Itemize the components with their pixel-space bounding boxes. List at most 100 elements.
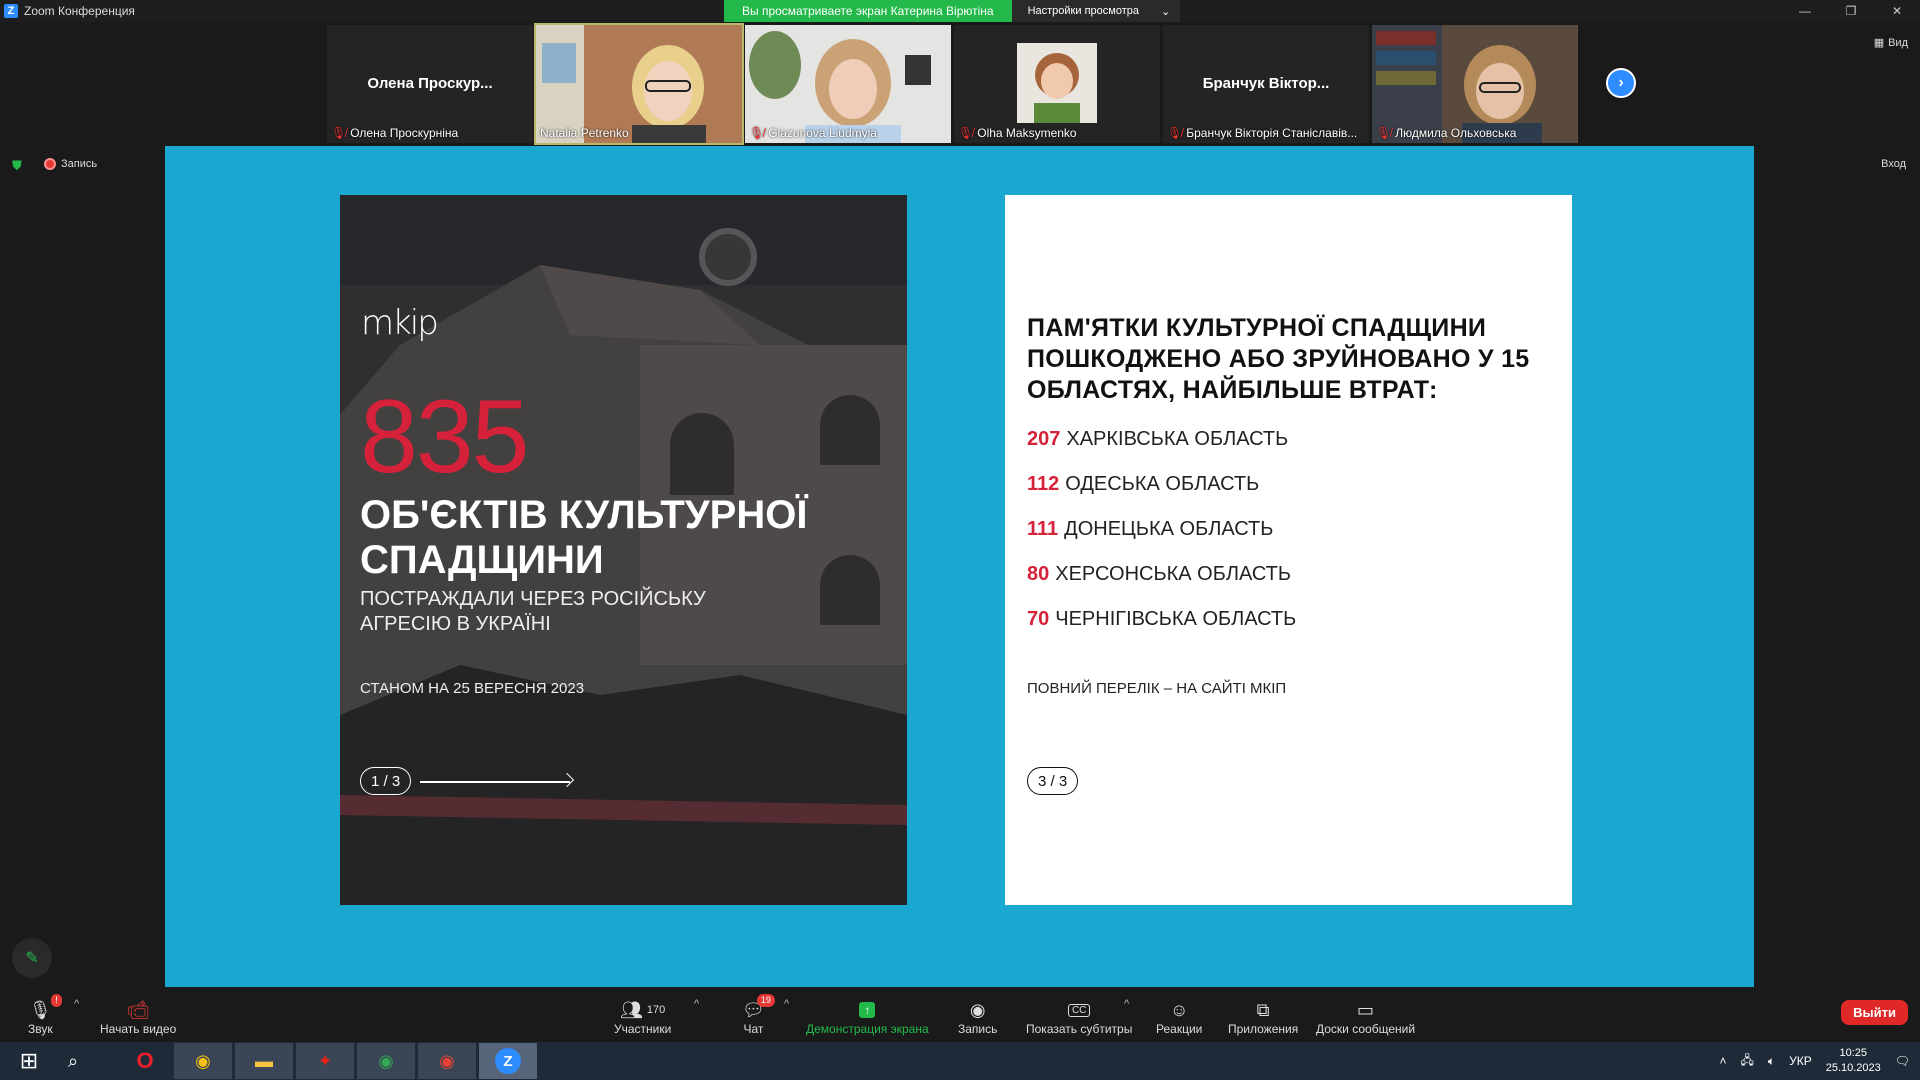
mic-muted-icon: 🎙︎̸ <box>331 126 347 140</box>
mic-muted-icon: 🎙︎̸ <box>958 126 974 140</box>
recording-indicator[interactable]: Запись <box>44 158 97 170</box>
clock[interactable]: 10:25 25.10.2023 <box>1826 1046 1881 1076</box>
closed-captions-icon: CC <box>1067 998 1091 1022</box>
network-icon[interactable]: 🖧︎ <box>1740 1051 1753 1072</box>
annotate-pencil-icon[interactable]: ✎ <box>12 938 52 978</box>
window-controls: — ❐ ✕ <box>1782 0 1920 22</box>
viewing-screen-label: Вы просматриваете экран Катерина Вірютін… <box>724 0 1012 22</box>
participant-name-large: Бранчук Віктор... <box>1202 75 1330 92</box>
poster-big-number: 835 <box>360 379 530 495</box>
encryption-shield-icon[interactable]: ⛊ <box>12 158 26 174</box>
mic-muted-icon: 🎙︎̸ <box>1376 126 1392 140</box>
start-video-button[interactable]: 📹︎ Начать видео <box>100 988 176 1042</box>
meeting-toolbar: 🎙︎! Звук ^ 📹︎ Начать видео 👥︎ 170 Участн… <box>0 988 1920 1042</box>
apps-icon: ⧉ <box>1256 999 1270 1020</box>
poster-date: СТАНОМ НА 25 ВЕРЕСНЯ 2023 <box>360 680 585 697</box>
gallery-next-button[interactable]: › <box>1606 68 1636 98</box>
captions-button[interactable]: CC Показать субтитры <box>1026 988 1132 1042</box>
record-button[interactable]: ◉ Запись <box>958 988 997 1042</box>
participants-label: Участники <box>614 1022 672 1036</box>
view-label: Вид <box>1888 36 1908 49</box>
restore-button[interactable]: ❐ <box>1828 0 1874 22</box>
search-icon[interactable]: ⌕ <box>58 1042 88 1080</box>
clock-time: 10:25 <box>1839 1047 1867 1059</box>
captions-label: Показать субтитры <box>1026 1022 1133 1036</box>
participant-gallery: Олена Проскур... 🎙︎̸ Олена Проскурніна Na… <box>327 23 1578 145</box>
list-item: 207 ХАРКІВСЬКА ОБЛАСТЬ <box>1027 428 1296 473</box>
stats-card: ПАМ'ЯТКИ КУЛЬТУРНОЇ СПАДЩИНИ ПОШКОДЖЕНО … <box>1005 195 1572 905</box>
mic-muted-icon: 🎙︎̸ <box>1167 126 1183 140</box>
opera-icon[interactable]: O <box>116 1042 174 1080</box>
notifications-icon[interactable]: 🗨︎ <box>1895 1054 1910 1068</box>
share-banner: Вы просматриваете экран Катерина Вірютін… <box>724 0 1181 22</box>
audio-button[interactable]: 🎙︎! Звук <box>28 988 62 1042</box>
region-name: ДОНЕЦЬКА ОБЛАСТЬ <box>1064 518 1274 540</box>
start-video-label: Начать видео <box>100 1022 177 1036</box>
system-tray: ˄ 🖧︎ 🔈︎ УКР 10:25 25.10.2023 🗨︎ <box>1719 1042 1920 1080</box>
volume-icon[interactable]: 🔈︎ <box>1768 1054 1775 1069</box>
audio-options-caret[interactable]: ^ <box>74 998 79 1010</box>
view-settings-label: Настройки просмотра <box>1027 5 1139 17</box>
participant-tile[interactable]: Бранчук Віктор... 🎙︎̸ Бранчук Вікторія Ст… <box>1163 25 1369 143</box>
participant-tile[interactable]: 🎙︎̸ Olha Maksymenko <box>954 25 1160 143</box>
window-title: Zoom Конференция <box>24 4 135 18</box>
windows-taskbar: ⊞ ⌕ O ◉ ▬ ✦ ◉ ◉ Z ˄ 🖧︎ 🔈︎ УКР 10:25 25.1… <box>0 1042 1920 1080</box>
close-button[interactable]: ✕ <box>1874 0 1920 22</box>
participants-button[interactable]: 👥︎ 170 Участники <box>614 988 671 1042</box>
poster-page-indicator: 1 / 3 <box>360 767 412 795</box>
participants-options-caret[interactable]: ^ <box>694 998 699 1010</box>
tray-expand-icon[interactable]: ˄ <box>1719 1054 1726 1068</box>
captions-icon-text: CC <box>1067 1003 1091 1017</box>
region-name: ОДЕСЬКА ОБЛАСТЬ <box>1065 473 1260 495</box>
mkip-logo: mkip <box>361 303 439 343</box>
zoom-window: Z Zoom Конференция Вы просматриваете экр… <box>0 0 1920 1080</box>
share-screen-button[interactable]: ↑ Демонстрация экрана <box>806 988 929 1042</box>
audio-warning-badge: ! <box>51 994 62 1007</box>
minimize-button[interactable]: — <box>1782 0 1828 22</box>
participant-name: Бранчук Вікторія Станіславів... <box>1186 126 1358 140</box>
region-name: ЧЕРНІГІВСЬКА ОБЛАСТЬ <box>1055 608 1297 630</box>
chat-unread-badge: 19 <box>756 994 775 1007</box>
apps-label: Приложения <box>1228 1022 1299 1036</box>
recording-label: Запись <box>61 158 98 170</box>
whiteboards-label: Доски сообщений <box>1316 1022 1416 1036</box>
chrome-profile-2-icon[interactable]: ◉ <box>418 1043 476 1079</box>
smiley-icon: ☺ <box>1169 999 1189 1020</box>
chat-options-caret[interactable]: ^ <box>784 998 789 1010</box>
region-name: ХАРКІВСЬКА ОБЛАСТЬ <box>1066 428 1289 450</box>
participant-label: 🎙︎̸ Olha Maksymenko <box>958 126 1077 140</box>
language-indicator[interactable]: УКР <box>1789 1054 1812 1068</box>
chrome-icon[interactable]: ◉ <box>174 1043 232 1079</box>
participants-count: 170 <box>646 1004 666 1016</box>
leave-button[interactable]: Выйти <box>1841 1000 1908 1025</box>
windows-start-icon[interactable]: ⊞ <box>0 1042 58 1080</box>
chrome-profile-icon[interactable]: ◉ <box>357 1043 415 1079</box>
whiteboards-button[interactable]: ▭ Доски сообщений <box>1316 988 1415 1042</box>
chevron-down-icon: ⌄ <box>1160 5 1171 18</box>
participant-tile[interactable]: Natalia Petrenko <box>534 23 744 145</box>
card-title: ПАМ'ЯТКИ КУЛЬТУРНОЇ СПАДЩИНИ ПОШКОДЖЕНО … <box>1027 314 1530 404</box>
zoom-taskbar-icon[interactable]: Z <box>479 1043 537 1079</box>
view-settings-dropdown[interactable]: Настройки просмотра ⌄ <box>1011 0 1181 22</box>
view-button[interactable]: ▦ Вид <box>1874 36 1908 50</box>
participant-name: Glazunova Liudmyla <box>768 126 877 140</box>
region-count: 70 <box>1027 608 1050 630</box>
record-icon: ◉ <box>969 999 986 1020</box>
participant-name: Olha Maksymenko <box>977 126 1077 140</box>
participant-label: 🎙︎̸ Glazunova Liudmyla <box>749 126 877 140</box>
chat-button[interactable]: 💬︎ 19 Чат <box>742 988 775 1042</box>
participant-tile[interactable]: Олена Проскур... 🎙︎̸ Олена Проскурніна <box>327 25 533 143</box>
clock-date: 25.10.2023 <box>1825 1062 1881 1074</box>
enter-label[interactable]: Вход <box>1881 158 1906 170</box>
participants-icon: 👥︎ 170 <box>620 999 666 1020</box>
file-explorer-icon[interactable]: ▬ <box>235 1043 293 1079</box>
card-page-indicator: 3 / 3 <box>1027 767 1079 795</box>
apps-button[interactable]: ⧉ Приложения <box>1228 988 1298 1042</box>
participant-tile[interactable]: 🎙︎̸ Glazunova Liudmyla <box>745 25 951 143</box>
chevron-right-icon: › <box>1618 74 1624 91</box>
reactions-button[interactable]: ☺ Реакции <box>1156 988 1202 1042</box>
captions-options-caret[interactable]: ^ <box>1124 998 1129 1010</box>
list-item: 80 ХЕРСОНСЬКА ОБЛАСТЬ <box>1027 563 1296 608</box>
acrobat-icon[interactable]: ✦ <box>296 1043 354 1079</box>
participant-tile[interactable]: 🎙︎̸ Людмила Ольховська <box>1372 25 1578 143</box>
